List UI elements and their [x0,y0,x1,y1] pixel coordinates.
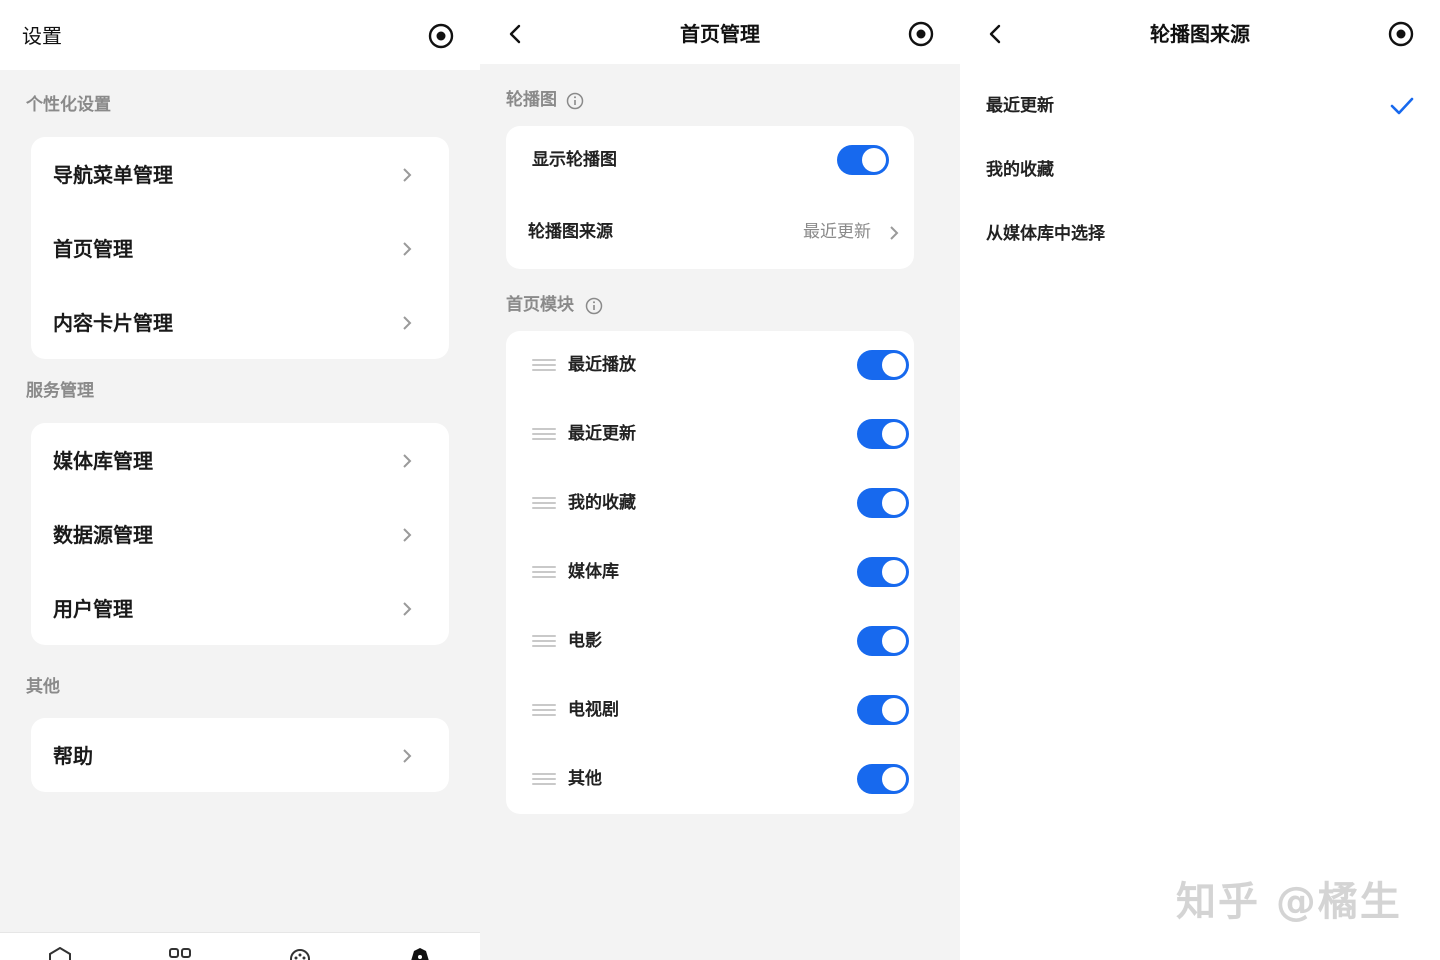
drag-handle-icon[interactable] [532,357,556,373]
carousel-source-row[interactable]: 轮播图来源 最近更新 [506,198,914,269]
carousel-source-screen: 轮播图来源 最近更新 我的收藏 从媒体库中选择 知乎 @橘生 [960,0,1440,960]
services-card: 媒体库管理 数据源管理 用户管理 [31,423,449,645]
info-icon[interactable] [585,297,603,315]
personalization-card: 导航菜单管理 首页管理 内容卡片管理 [31,137,449,359]
item-label: 媒体库管理 [53,449,153,473]
section-label-personalization: 个性化设置 [26,95,111,115]
carousel-source-label: 轮播图来源 [528,222,613,242]
target-icon[interactable] [428,23,454,49]
chevron-right-icon [403,168,412,182]
module-label: 其他 [568,769,602,789]
discover-icon[interactable] [288,947,312,960]
module-toggle[interactable] [857,764,909,794]
toggle-knob [882,491,906,515]
item-label: 帮助 [53,744,93,768]
section-label-modules: 首页模块 [506,295,574,315]
help-item[interactable]: 帮助 [31,718,449,792]
media-library-management-item[interactable]: 媒体库管理 [31,423,449,497]
watermark: 知乎 @橘生 [1176,879,1402,925]
drag-handle-icon[interactable] [532,564,556,580]
drag-handle-icon[interactable] [532,426,556,442]
chevron-right-icon [403,316,412,330]
toggle-knob [882,353,906,377]
check-icon [1390,97,1414,115]
chevron-right-icon [403,454,412,468]
target-icon[interactable] [908,21,934,47]
user-management-item[interactable]: 用户管理 [31,571,449,645]
module-label: 我的收藏 [568,493,636,513]
item-label: 内容卡片管理 [53,311,173,335]
option-favorites[interactable]: 我的收藏 [986,158,1054,182]
toggle-knob [882,422,906,446]
module-row-movies: 电影 [506,607,934,676]
profile-icon[interactable] [408,947,432,960]
data-source-management-item[interactable]: 数据源管理 [31,497,449,571]
module-toggle[interactable] [857,695,909,725]
nav-menu-management-item[interactable]: 导航菜单管理 [31,137,449,211]
module-row-tv-series: 电视剧 [506,676,934,745]
toggle-knob [882,629,906,653]
info-icon[interactable] [566,92,584,110]
show-carousel-toggle[interactable] [837,145,889,175]
module-label: 媒体库 [568,562,619,582]
homepage-management-screen: 首页管理 轮播图 显示轮播图 轮播图来源 最近更新 首页模块 最近播放 最近更新… [480,0,960,960]
chevron-right-icon [890,226,899,240]
drag-handle-icon[interactable] [532,633,556,649]
other-card: 帮助 [31,718,449,792]
module-label: 最近更新 [568,424,636,444]
content-card-management-item[interactable]: 内容卡片管理 [31,285,449,359]
module-toggle[interactable] [857,419,909,449]
carousel-card: 显示轮播图 轮播图来源 最近更新 [506,126,914,269]
section-label-carousel: 轮播图 [506,90,557,110]
carousel-source-header: 轮播图来源 [960,0,1440,64]
homepage-header: 首页管理 [480,0,960,64]
item-label: 数据源管理 [53,523,153,547]
module-toggle[interactable] [857,488,909,518]
module-toggle[interactable] [857,557,909,587]
item-label: 导航菜单管理 [53,163,173,187]
option-choose-from-library[interactable]: 从媒体库中选择 [986,222,1105,246]
module-toggle[interactable] [857,626,909,656]
module-row-favorites: 我的收藏 [506,469,934,538]
chevron-right-icon [403,242,412,256]
drag-handle-icon[interactable] [532,495,556,511]
chevron-right-icon [403,749,412,763]
chevron-right-icon [403,602,412,616]
drag-handle-icon[interactable] [532,771,556,787]
grid-icon[interactable] [168,947,192,960]
toggle-knob [882,767,906,791]
carousel-source-value: 最近更新 [803,222,871,242]
page-title: 设置 [22,24,62,48]
chevron-right-icon [403,528,412,542]
module-row-recent-update: 最近更新 [506,400,934,469]
toggle-knob [862,148,886,172]
page-title: 轮播图来源 [1150,22,1250,46]
toggle-knob [882,560,906,584]
module-toggle[interactable] [857,350,909,380]
module-label: 电视剧 [568,700,619,720]
page-title: 首页管理 [680,22,760,46]
settings-header: 设置 [0,0,480,70]
module-label: 电影 [568,631,602,651]
item-label: 用户管理 [53,597,133,621]
item-label: 首页管理 [53,237,133,261]
module-row-recent-play: 最近播放 [506,331,934,400]
settings-screen: 设置 个性化设置 导航菜单管理 首页管理 内容卡片管理 服务管理 媒体库管理 数… [0,0,480,960]
target-icon[interactable] [1388,21,1414,47]
bottom-nav [0,932,480,960]
module-label: 最近播放 [568,355,636,375]
module-row-other: 其他 [506,745,934,814]
option-recent-update[interactable]: 最近更新 [986,94,1054,118]
module-row-media-library: 媒体库 [506,538,934,607]
homepage-management-item[interactable]: 首页管理 [31,211,449,285]
toggle-knob [882,698,906,722]
show-carousel-label: 显示轮播图 [532,150,617,170]
section-label-other: 其他 [26,677,60,697]
modules-card: 最近播放 最近更新 我的收藏 媒体库 电影 电视剧 其他 [506,331,914,814]
drag-handle-icon[interactable] [532,702,556,718]
home-icon[interactable] [48,947,72,960]
section-label-services: 服务管理 [26,381,94,401]
